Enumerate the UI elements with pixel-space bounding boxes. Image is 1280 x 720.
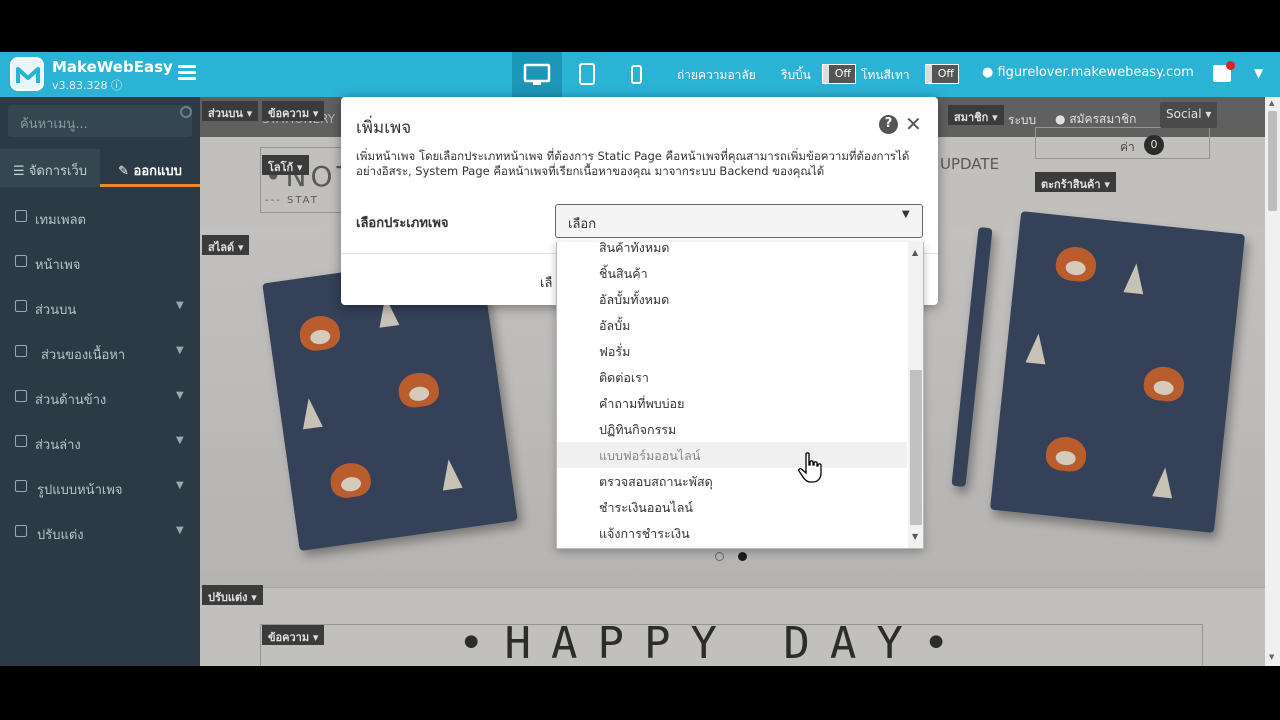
save-image-label: ถ่ายความอาลัย	[677, 68, 756, 82]
mobile-view-button[interactable]	[612, 52, 662, 97]
globe-icon: ●	[982, 65, 994, 80]
scroll-down-icon[interactable]: ▼	[912, 532, 918, 541]
footer-icon	[15, 435, 27, 447]
mobile-icon	[631, 65, 642, 84]
version-text: v3.83.328	[52, 79, 108, 92]
search-icon	[180, 106, 192, 118]
sidebar-item-label: หน้าเพจ	[35, 258, 81, 273]
sidebar-item-label: ส่วนของเนื้อหา	[41, 348, 126, 363]
app-version: v3.83.328 ⓘ	[52, 77, 122, 93]
option-all-albums[interactable]: อัลบั้มทั้งหมด	[557, 286, 907, 312]
page-type-label: เลือกประเภทเพจ	[356, 216, 449, 231]
page-scrollbar[interactable]: ▲ ▼	[1265, 97, 1280, 666]
scroll-down-icon[interactable]: ▼	[1269, 653, 1274, 661]
notification-badge	[1226, 61, 1235, 70]
site-url: figurelover.makewebeasy.com	[997, 65, 1194, 80]
ribbon-label: ริบบิ้น	[781, 68, 811, 82]
scroll-thumb[interactable]	[1268, 111, 1277, 211]
option-calendar[interactable]: ปฏิทินกิจกรรม	[557, 416, 907, 442]
modal-title: เพิ่มเพจ	[356, 118, 412, 138]
option-track-parcel[interactable]: ตรวจสอบสถานะพัสดุ	[557, 468, 907, 494]
page-type-select[interactable]: เลือก	[555, 204, 923, 238]
option-online-payment[interactable]: ชำระเงินออนไลน์	[557, 494, 907, 520]
site-link[interactable]: ● figurelover.makewebeasy.com	[982, 65, 1194, 80]
option-forum[interactable]: ฟอรั่ม	[557, 338, 907, 364]
sidebar-item-label: ปรับแต่ง	[37, 528, 84, 543]
app-screen: MakeWebEasy v3.83.328 ⓘ ถ่ายความอาลัย ริ…	[0, 52, 1280, 666]
sidebar-item-content[interactable]: ส่วนของเนื้อหา ▼	[0, 330, 200, 375]
app-logo[interactable]	[10, 57, 44, 91]
sidebar-item-footer[interactable]: ส่วนล่าง ▼	[0, 420, 200, 465]
caret-down-icon: ▼	[176, 390, 184, 401]
option-album[interactable]: อัลบั้ม	[557, 312, 907, 338]
modal-footer-button[interactable]: เลื	[540, 272, 552, 293]
sidebar-item-label: เทมเพลต	[35, 213, 87, 228]
dropdown-scrollbar[interactable]: ▲ ▼	[908, 242, 923, 548]
top-bar: MakeWebEasy v3.83.328 ⓘ ถ่ายความอาลัย ริ…	[0, 52, 1280, 97]
info-icon[interactable]: ⓘ	[111, 79, 122, 92]
close-icon[interactable]: ✕	[905, 112, 922, 136]
brush-icon: ✎	[118, 164, 129, 179]
page-type-dropdown: สินค้าทั้งหมด ชิ้นสินค้า อัลบั้มทั้งหมด …	[556, 242, 924, 549]
caret-down-icon: ▼	[176, 435, 184, 446]
modal-description: เพิ่มหน้าเพจ โดยเลือกประเภทหน้าเพจ ที่ต้…	[356, 149, 910, 178]
caret-down-icon: ▼	[902, 209, 910, 220]
sidebar-item-page-layout[interactable]: รูปแบบหน้าเพจ ▼	[0, 465, 200, 510]
sidebar-tabs: ☰ จัดการเว็บ ✎ ออกแบบ	[0, 149, 200, 187]
brush-icon	[15, 525, 27, 537]
scroll-up-icon[interactable]: ▲	[912, 248, 918, 257]
sidebar-item-pages[interactable]: หน้าเพจ	[0, 240, 200, 285]
app-name: MakeWebEasy	[52, 58, 173, 76]
header-icon	[15, 300, 27, 312]
sidebar-item-templates[interactable]: เทมเพลต	[0, 195, 200, 240]
desktop-icon	[523, 63, 551, 85]
tablet-icon	[579, 63, 595, 85]
hamburger-menu-icon[interactable]	[178, 65, 196, 81]
ribbon-toggle[interactable]: Off	[822, 64, 856, 84]
caret-down-icon: ▼	[176, 300, 184, 311]
image-icon	[15, 210, 27, 222]
caret-down-icon: ▼	[176, 345, 184, 356]
dropdown-scroll-thumb[interactable]	[910, 370, 922, 525]
option-product[interactable]: ชิ้นสินค้า	[557, 260, 907, 286]
option-payment-notice[interactable]: แจ้งการชำระเงิน	[557, 520, 907, 546]
tab-design[interactable]: ✎ ออกแบบ	[100, 149, 200, 187]
desktop-view-button[interactable]	[512, 52, 562, 97]
option-contact[interactable]: ติดต่อเรา	[557, 364, 907, 390]
option-all-products[interactable]: สินค้าทั้งหมด	[557, 242, 907, 260]
side-icon	[15, 390, 27, 402]
layout-icon	[15, 480, 27, 492]
sidebar-item-label: รูปแบบหน้าเพจ	[37, 483, 123, 498]
user-menu-caret-icon[interactable]: ▼	[1254, 66, 1263, 80]
scroll-up-icon[interactable]: ▲	[1269, 99, 1274, 107]
sidebar-item-header[interactable]: ส่วนบน ▼	[0, 285, 200, 330]
tab-manage-label: จัดการเว็บ	[28, 164, 87, 179]
sidebar-item-customize[interactable]: ปรับแต่ง ▼	[0, 510, 200, 555]
tab-design-label: ออกแบบ	[133, 164, 182, 179]
menu-search-input[interactable]: ค้นหาเมนู...	[8, 105, 192, 137]
option-online-form[interactable]: แบบฟอร์มออนไลน์	[557, 442, 907, 468]
content-icon	[15, 345, 27, 357]
gray-tone-label: โทนสีเทา	[861, 68, 910, 82]
page-icon	[15, 255, 27, 267]
hand-cursor-icon	[798, 452, 822, 483]
sidebar-item-side[interactable]: ส่วนด้านข้าง ▼	[0, 375, 200, 420]
sidebar-item-label: ส่วนบน	[35, 303, 77, 318]
sidebar: ค้นหาเมนู... ☰ จัดการเว็บ ✎ ออกแบบ เทมเพ…	[0, 97, 200, 666]
sidebar-item-label: ส่วนล่าง	[35, 438, 81, 453]
help-icon[interactable]: ?	[879, 115, 898, 134]
caret-down-icon: ▼	[176, 525, 184, 536]
tablet-view-button[interactable]	[562, 52, 612, 97]
caret-down-icon: ▼	[176, 480, 184, 491]
list-icon: ☰	[12, 164, 25, 179]
gray-tone-toggle[interactable]: Off	[925, 64, 959, 84]
tab-manage-site[interactable]: ☰ จัดการเว็บ	[0, 149, 100, 187]
sidebar-item-label: ส่วนด้านข้าง	[35, 393, 107, 408]
option-faq[interactable]: คำถามที่พบบ่อย	[557, 390, 907, 416]
